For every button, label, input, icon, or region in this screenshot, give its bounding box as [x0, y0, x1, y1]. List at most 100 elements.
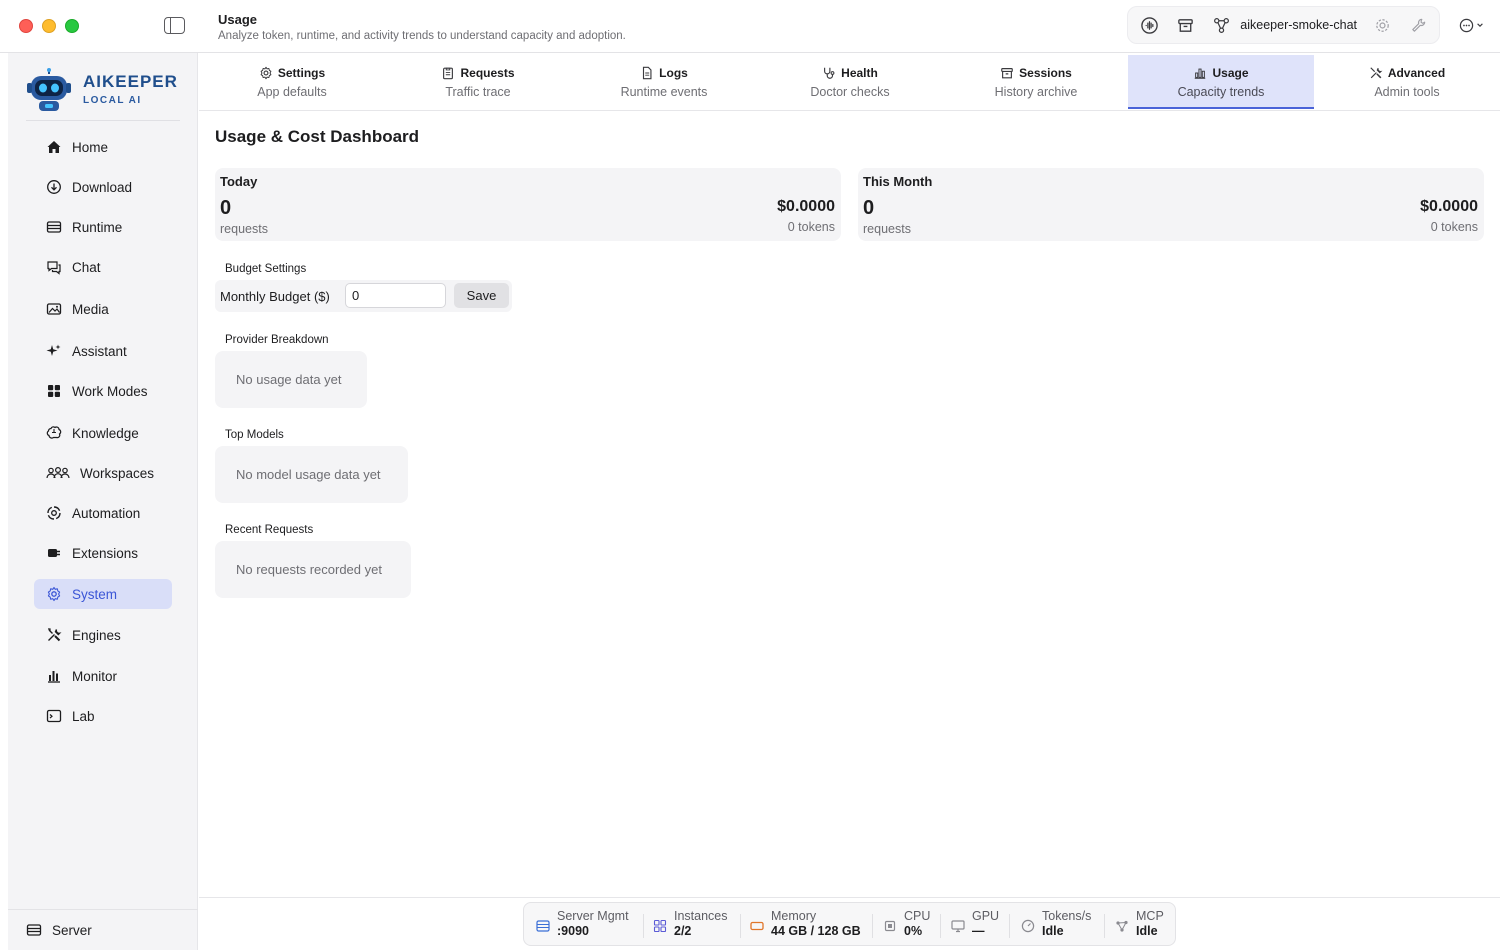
- brain-icon: [46, 425, 62, 441]
- month-card: This Month 0 requests $0.0000 0 tokens: [858, 168, 1484, 241]
- clipboard-icon: [443, 67, 454, 80]
- stat-label: CPU: [904, 909, 931, 923]
- stat-value: 44 GB / 128 GB: [771, 924, 861, 938]
- sidebar-item-monitor[interactable]: Monitor: [34, 661, 172, 691]
- stat-cpu[interactable]: CPU 0%: [883, 909, 930, 939]
- more-menu-button[interactable]: [1454, 10, 1488, 40]
- stat-value: —: [972, 924, 985, 938]
- sidebar-item-lab[interactable]: Lab: [34, 701, 172, 731]
- tab-sessions[interactable]: Sessions History archive: [943, 55, 1129, 109]
- tab-health[interactable]: Health Doctor checks: [757, 55, 943, 109]
- sidebar-item-engines[interactable]: Engines: [34, 620, 172, 650]
- mcp-network-icon: [1115, 919, 1129, 933]
- server-button[interactable]: Server: [8, 909, 198, 950]
- tab-label: Usage: [1212, 66, 1249, 80]
- sidebar-item-system[interactable]: System: [34, 579, 172, 609]
- tools-icon: [46, 627, 62, 643]
- statusbar-divider: [199, 897, 1500, 898]
- sidebar-item-download[interactable]: Download: [34, 172, 172, 202]
- project-graph-icon[interactable]: [1210, 14, 1232, 36]
- budget-label: Monthly Budget ($): [220, 289, 330, 304]
- stat-server[interactable]: Server Mgmt:9090: [536, 909, 629, 939]
- sidebar-item-home[interactable]: Home: [34, 132, 172, 162]
- plug-icon: [46, 545, 62, 561]
- sidebar-item-assistant[interactable]: Assistant: [34, 336, 172, 366]
- server-mgmt-icon: [536, 919, 550, 933]
- page-title: Usage: [218, 12, 258, 27]
- server-icon: [26, 922, 42, 938]
- media-icon: [46, 301, 62, 317]
- stat-label: Instances: [674, 909, 728, 923]
- audio-wave-icon[interactable]: [1138, 14, 1160, 36]
- stat-gpu[interactable]: GPU —: [951, 909, 999, 939]
- stat-value: 2/2: [674, 924, 692, 938]
- page-subtitle: Analyze token, runtime, and activity tre…: [218, 30, 626, 42]
- system-tabs: Settings App defaults Requests Traffic t…: [199, 53, 1500, 111]
- window-close-button[interactable]: [19, 19, 33, 33]
- automation-icon: [46, 505, 62, 521]
- gpu-monitor-icon: [951, 919, 965, 933]
- sidebar-item-label: Home: [72, 139, 109, 155]
- sidebar-item-chat[interactable]: Chat: [34, 252, 172, 282]
- brand-divider: [26, 120, 180, 121]
- terminal-icon: [46, 708, 62, 724]
- project-settings-gear-icon[interactable]: [1371, 14, 1393, 36]
- sidebar-item-automation[interactable]: Automation: [34, 498, 172, 528]
- brand-name: AIKEEPER: [83, 72, 178, 91]
- sidebar-item-label: System: [72, 586, 118, 602]
- sidebar-item-label: Chat: [72, 259, 101, 275]
- archive-box-icon[interactable]: [1174, 14, 1196, 36]
- sidebar-item-work-modes[interactable]: Work Modes: [34, 376, 172, 406]
- sidebar-item-knowledge[interactable]: Knowledge: [34, 418, 172, 448]
- sidebar-item-workspaces[interactable]: Workspaces: [34, 458, 172, 488]
- tab-usage[interactable]: Usage Capacity trends: [1128, 55, 1314, 109]
- stat-divider: [1009, 914, 1010, 938]
- tab-settings[interactable]: Settings App defaults: [199, 55, 385, 109]
- cpu-icon: [883, 919, 897, 933]
- stat-mcp[interactable]: MCP Idle: [1115, 909, 1164, 939]
- memory-icon: [750, 919, 764, 933]
- sidebar-toggle-icon[interactable]: [164, 17, 185, 34]
- tab-logs[interactable]: Logs Runtime events: [571, 55, 757, 109]
- stat-label: Server Mgmt: [557, 909, 629, 923]
- speed-gauge-icon: [1021, 919, 1035, 933]
- stethoscope-icon: [824, 67, 835, 79]
- sidebar-item-media[interactable]: Media: [34, 294, 172, 324]
- tab-sublabel: Doctor checks: [810, 85, 890, 99]
- stat-label: GPU: [972, 909, 1000, 923]
- request-count: 0: [863, 197, 875, 219]
- archive-icon: [1001, 68, 1013, 79]
- tab-sublabel: App defaults: [257, 85, 327, 99]
- gear-icon: [260, 66, 272, 80]
- tab-requests[interactable]: Requests Traffic trace: [385, 55, 571, 109]
- runtime-icon: [46, 219, 62, 235]
- project-name[interactable]: aikeeper-smoke-chat: [1240, 18, 1357, 32]
- window-zoom-button[interactable]: [65, 19, 79, 33]
- recent-empty-state: No requests recorded yet: [215, 541, 411, 598]
- tab-label: Logs: [659, 66, 688, 80]
- wrench-icon[interactable]: [1407, 14, 1429, 36]
- stat-tokens[interactable]: Tokens/s Idle: [1021, 909, 1091, 939]
- stat-divider: [643, 914, 644, 938]
- stat-value: 0%: [904, 924, 923, 938]
- token-count: 0 tokens: [787, 220, 835, 234]
- sidebar-item-label: Knowledge: [72, 425, 139, 441]
- provider-empty-state: No usage data yet: [215, 351, 367, 408]
- grid-icon: [46, 383, 62, 399]
- stat-instances[interactable]: Instances 2/2: [653, 909, 728, 939]
- tab-label: Health: [841, 66, 878, 80]
- save-button[interactable]: Save: [454, 283, 509, 308]
- sidebar-item-extensions[interactable]: Extensions: [34, 538, 172, 568]
- window-minimize-button[interactable]: [42, 19, 56, 33]
- chevron-down-icon: [1476, 23, 1483, 27]
- budget-input[interactable]: [345, 283, 446, 308]
- tab-advanced[interactable]: Advanced Admin tools: [1314, 55, 1500, 109]
- sidebar-item-label: Media: [72, 301, 109, 317]
- stat-memory[interactable]: Memory 44 GB / 128 GB: [750, 909, 861, 939]
- request-count-label: requests: [863, 222, 911, 236]
- stat-label: Tokens/s: [1042, 909, 1092, 923]
- sidebar-item-runtime[interactable]: Runtime: [34, 212, 172, 242]
- card-label: Today: [220, 174, 258, 189]
- sidebar-item-label: Extensions: [72, 545, 139, 561]
- page-heading: Usage Analyze token, runtime, and activi…: [218, 12, 626, 42]
